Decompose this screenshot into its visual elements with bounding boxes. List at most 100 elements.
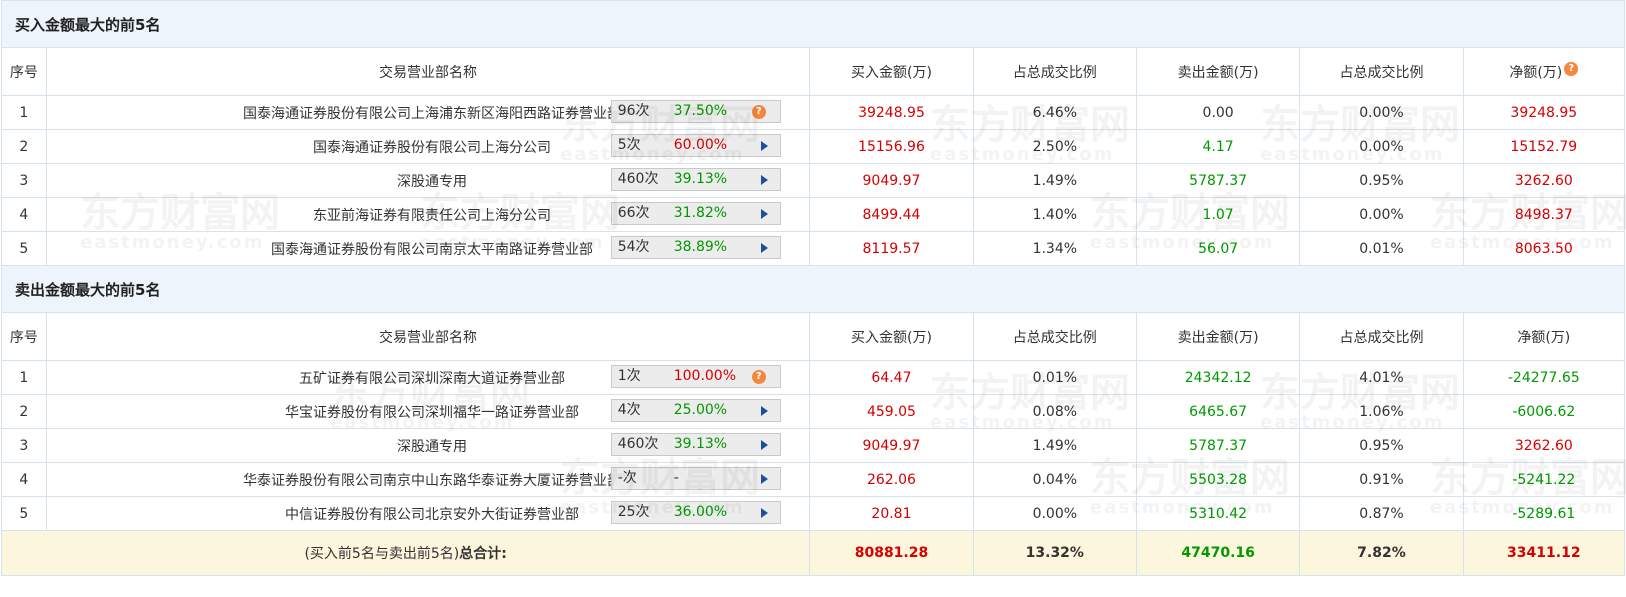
net-amount: 39248.95 bbox=[1462, 95, 1626, 130]
table-row: 1 五矿证券有限公司深圳深南大道证券营业部 1次 100.00%? 64.47 0.01%… bbox=[1, 360, 1626, 395]
sell-amount: 0.00 bbox=[1135, 95, 1301, 130]
row-index: 5 bbox=[1, 231, 47, 266]
net-amount: 15152.79 bbox=[1462, 129, 1626, 164]
table-row: 5 国泰海通证券股份有限公司南京太平南路证券营业部 54次 38.89% 8119.57… bbox=[1, 231, 1626, 266]
win-rate: 38.89% bbox=[673, 239, 728, 255]
play-arrow-icon[interactable] bbox=[760, 508, 768, 518]
buy-ratio: 0.01% bbox=[972, 360, 1137, 395]
sell-ratio: 0.00% bbox=[1299, 95, 1464, 130]
table-row: 4 东亚前海证券有限责任公司上海分公司 66次 31.82% 8499.44 1.40% 1… bbox=[1, 197, 1626, 232]
appearance-stat-button[interactable]: -次 - bbox=[610, 467, 781, 490]
play-arrow-icon[interactable] bbox=[760, 474, 768, 484]
win-rate: 36.00% bbox=[673, 504, 728, 520]
total-sell-ratio: 7.82% bbox=[1299, 530, 1464, 576]
branch-cell: 五矿证券有限公司深圳深南大道证券营业部 1次 100.00%? bbox=[45, 360, 811, 395]
question-icon[interactable]: ? bbox=[751, 370, 766, 384]
header-sell-amount: 卖出金额(万) bbox=[1135, 312, 1301, 361]
net-amount: -5241.22 bbox=[1462, 462, 1626, 497]
sell-amount: 5787.37 bbox=[1135, 428, 1301, 463]
play-arrow-icon[interactable] bbox=[760, 141, 768, 151]
buy-amount: 9049.97 bbox=[809, 163, 974, 198]
buy-ratio: 1.34% bbox=[972, 231, 1137, 266]
play-arrow-icon[interactable] bbox=[760, 209, 768, 219]
play-arrow-icon[interactable] bbox=[760, 175, 768, 185]
branch-cell: 国泰海通证券股份有限公司上海浦东新区海阳西路证券营业部 96次 37.50%? bbox=[45, 95, 811, 130]
appearance-count: 96次 bbox=[617, 103, 650, 119]
win-rate: 60.00% bbox=[673, 137, 728, 153]
appearance-stat-button[interactable]: 25次 36.00% bbox=[610, 501, 781, 524]
branch-name-link[interactable]: 深股通专用 bbox=[397, 171, 467, 191]
header-buy-amount: 买入金额(万) bbox=[809, 312, 974, 361]
play-arrow-icon[interactable] bbox=[760, 243, 768, 253]
appearance-stat-button[interactable]: 66次 31.82% bbox=[610, 202, 781, 225]
total-label: (买入前5名与卖出前5名)总合计: bbox=[0, 530, 811, 576]
header-branch-name: 交易营业部名称 bbox=[45, 47, 811, 96]
sell-ratio: 0.95% bbox=[1299, 163, 1464, 198]
header-net-amount: 净额(万) bbox=[1462, 312, 1626, 361]
play-arrow-icon[interactable] bbox=[760, 406, 768, 416]
buy-ratio: 6.46% bbox=[972, 95, 1137, 130]
appearance-stat-button[interactable]: 460次 39.13% bbox=[610, 168, 781, 191]
appearance-stat-button[interactable]: 460次 39.13% bbox=[610, 433, 781, 456]
branch-cell: 国泰海通证券股份有限公司南京太平南路证券营业部 54次 38.89% bbox=[45, 231, 811, 266]
total-sell-amount: 47470.16 bbox=[1135, 530, 1301, 576]
row-index: 2 bbox=[1, 129, 47, 164]
branch-name-link[interactable]: 华泰证券股份有限公司南京中山东路华泰证券大厦证券营业部 bbox=[243, 470, 621, 490]
branch-name-link[interactable]: 华宝证券股份有限公司深圳福华一路证券营业部 bbox=[285, 402, 579, 422]
question-icon[interactable]: ? bbox=[751, 105, 766, 119]
buy-header-row: 序号 交易营业部名称 买入金额(万) 占总成交比例 卖出金额(万) 占总成交比例… bbox=[1, 47, 1626, 96]
appearance-count: 4次 bbox=[617, 402, 641, 418]
header-sell-amount: 卖出金额(万) bbox=[1135, 47, 1301, 96]
header-branch-name: 交易营业部名称 bbox=[45, 312, 811, 361]
buy-amount: 15156.96 bbox=[809, 129, 974, 164]
buy-ratio: 1.49% bbox=[972, 163, 1137, 198]
branch-name-link[interactable]: 中信证券股份有限公司北京安外大街证券营业部 bbox=[285, 504, 579, 524]
buy-amount: 64.47 bbox=[809, 360, 974, 395]
row-index: 1 bbox=[1, 360, 47, 395]
appearance-count: 460次 bbox=[617, 436, 659, 452]
table-row: 1 国泰海通证券股份有限公司上海浦东新区海阳西路证券营业部 96次 37.50%? 39… bbox=[1, 95, 1626, 130]
row-index: 2 bbox=[1, 394, 47, 429]
row-index: 3 bbox=[1, 163, 47, 198]
sell-top5-section: 卖出金额最大的前5名 序号 交易营业部名称 买入金额(万) 占总成交比例 卖出金… bbox=[1, 265, 1626, 531]
row-index: 1 bbox=[1, 95, 47, 130]
branch-name-link[interactable]: 国泰海通证券股份有限公司上海浦东新区海阳西路证券营业部 bbox=[243, 103, 621, 123]
buy-amount: 9049.97 bbox=[809, 428, 974, 463]
table-row: 4 华泰证券股份有限公司南京中山东路华泰证券大厦证券营业部 -次 - 262.06 0.0… bbox=[1, 462, 1626, 497]
appearance-stat-button[interactable]: 4次 25.00% bbox=[610, 399, 781, 422]
sell-ratio: 0.01% bbox=[1299, 231, 1464, 266]
sell-amount: 5310.42 bbox=[1135, 496, 1301, 531]
row-index: 4 bbox=[1, 197, 47, 232]
appearance-stat-button[interactable]: 5次 60.00% bbox=[610, 134, 781, 157]
sell-amount: 4.17 bbox=[1135, 129, 1301, 164]
total-buy-ratio: 13.32% bbox=[972, 530, 1137, 576]
row-index: 3 bbox=[1, 428, 47, 463]
play-arrow-icon[interactable] bbox=[760, 440, 768, 450]
buy-section-title: 买入金额最大的前5名 bbox=[1, 0, 1625, 48]
branch-name-link[interactable]: 国泰海通证券股份有限公司上海分公司 bbox=[313, 137, 551, 157]
branch-cell: 国泰海通证券股份有限公司上海分公司 5次 60.00% bbox=[45, 129, 811, 164]
branch-name-link[interactable]: 深股通专用 bbox=[397, 436, 467, 456]
buy-amount: 39248.95 bbox=[809, 95, 974, 130]
branch-name-link[interactable]: 东亚前海证券有限责任公司上海分公司 bbox=[313, 205, 551, 225]
buy-amount: 8499.44 bbox=[809, 197, 974, 232]
appearance-stat-button[interactable]: 1次 100.00%? bbox=[610, 365, 781, 388]
total-section: (买入前5名与卖出前5名)总合计: 80881.28 13.32% 47470.… bbox=[0, 530, 1626, 576]
branch-name-link[interactable]: 五矿证券有限公司深圳深南大道证券营业部 bbox=[299, 368, 565, 388]
appearance-stat-button[interactable]: 96次 37.50%? bbox=[610, 100, 781, 123]
row-index: 4 bbox=[1, 462, 47, 497]
lhb-table: 买入金额最大的前5名 序号 交易营业部名称 买入金额(万) 占总成交比例 卖出金… bbox=[0, 0, 1626, 576]
total-net-amount: 33411.12 bbox=[1462, 530, 1626, 576]
help-question-icon[interactable]: ? bbox=[1564, 61, 1579, 76]
win-rate: 25.00% bbox=[673, 402, 728, 418]
win-rate: - bbox=[673, 470, 679, 486]
buy-amount: 20.81 bbox=[809, 496, 974, 531]
buy-ratio: 0.04% bbox=[972, 462, 1137, 497]
net-amount: 8063.50 bbox=[1462, 231, 1626, 266]
sell-ratio: 0.91% bbox=[1299, 462, 1464, 497]
branch-name-link[interactable]: 国泰海通证券股份有限公司南京太平南路证券营业部 bbox=[271, 239, 593, 259]
sell-amount: 5503.28 bbox=[1135, 462, 1301, 497]
header-index: 序号 bbox=[1, 312, 47, 361]
appearance-count: 25次 bbox=[617, 504, 650, 520]
appearance-stat-button[interactable]: 54次 38.89% bbox=[610, 236, 781, 259]
